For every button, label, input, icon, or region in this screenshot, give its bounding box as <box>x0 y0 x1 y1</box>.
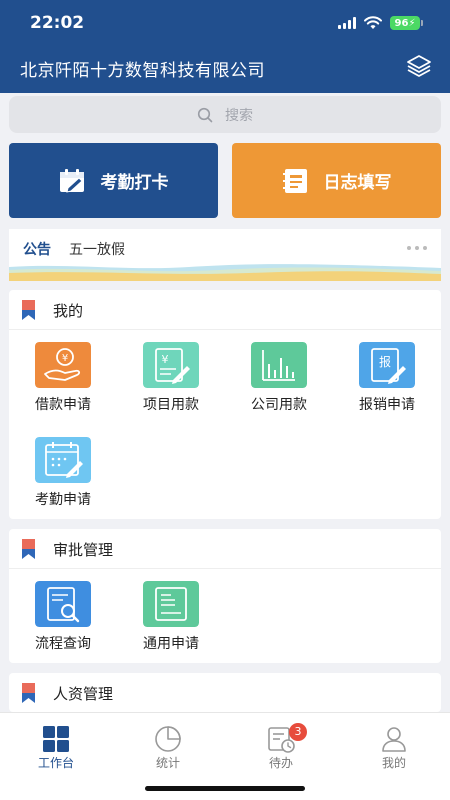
section-header: 审批管理 <box>9 529 441 569</box>
daily-log-label: 日志填写 <box>323 173 392 193</box>
announcement-bar[interactable]: 公告 五一放假 <box>9 229 441 281</box>
signal-icon <box>338 17 356 29</box>
wifi-icon <box>364 16 382 29</box>
more-icon[interactable] <box>407 246 427 250</box>
attendance-label: 考勤打卡 <box>100 173 169 193</box>
battery-icon: 96 ⚡ <box>390 16 423 30</box>
section-hr: 人资管理 <box>9 673 441 712</box>
layers-icon[interactable] <box>406 53 432 79</box>
section-approval: 审批管理 流程查询 通用申请 <box>9 529 441 663</box>
wave-decoration <box>9 264 441 281</box>
calendar-edit-icon <box>59 168 84 193</box>
company-name: 北京阡陌十方数智科技有限公司 <box>20 61 265 81</box>
attendance-clock-in-button[interactable]: 考勤打卡 <box>9 143 218 218</box>
tab-todo[interactable]: 3 待办 <box>225 713 337 783</box>
form-icon <box>143 581 199 627</box>
battery-level: 96 <box>394 17 409 29</box>
status-bar: 22:02 96 ⚡ <box>0 0 450 48</box>
loan-hand-icon: ¥ <box>35 342 91 388</box>
tab-statistics[interactable]: 统计 <box>112 713 224 783</box>
tab-label: 待办 <box>268 756 293 770</box>
status-icons: 96 ⚡ <box>338 16 423 30</box>
app-label: 借款申请 <box>35 397 91 413</box>
svg-text:报: 报 <box>379 354 391 369</box>
status-time: 22:02 <box>30 13 85 33</box>
app-attendance-request[interactable]: 考勤申请 <box>9 425 117 515</box>
app-label: 流程查询 <box>35 636 91 652</box>
bookmark-icon <box>22 539 35 559</box>
section-title: 审批管理 <box>53 541 114 559</box>
svg-text:¥: ¥ <box>162 353 169 366</box>
search-placeholder: 搜索 <box>225 107 253 124</box>
bookmark-icon <box>22 683 35 703</box>
app-reimbursement[interactable]: 报 报销申请 <box>333 330 441 420</box>
pie-chart-icon <box>155 726 181 752</box>
svg-text:¥: ¥ <box>62 353 68 364</box>
todo-badge: 3 <box>289 723 307 741</box>
app-company-funding[interactable]: 公司用款 <box>225 330 333 420</box>
tab-label: 工作台 <box>37 756 74 770</box>
bar-chart-icon <box>251 342 307 388</box>
app-label: 考勤申请 <box>35 492 91 508</box>
app-loan-request[interactable]: ¥ 借款申请 <box>9 330 117 420</box>
bookmark-icon <box>22 300 35 320</box>
section-title: 我的 <box>53 302 84 320</box>
section-title: 人资管理 <box>53 685 114 703</box>
app-process-query[interactable]: 流程查询 <box>9 569 117 659</box>
search-bar[interactable]: 搜索 <box>9 96 441 133</box>
section-header: 人资管理 <box>9 673 441 712</box>
search-icon <box>197 107 213 122</box>
app-label: 公司用款 <box>251 397 307 413</box>
section-mine: 我的 ¥ 借款申请 ¥ 项目用款 公司用款 报 报销申请 考勤申请 <box>9 290 441 519</box>
tab-mine[interactable]: 我的 <box>338 713 450 783</box>
top-bar: 22:02 96 ⚡ 北京阡陌十方数智科技有限公司 <box>0 0 450 93</box>
app-general-request[interactable]: 通用申请 <box>117 569 225 659</box>
notebook-icon <box>282 168 307 193</box>
yen-document-icon: ¥ <box>143 342 199 388</box>
grid-icon <box>43 726 69 752</box>
app-label: 项目用款 <box>143 397 199 413</box>
tab-label: 我的 <box>381 756 406 770</box>
announcement-text: 五一放假 <box>69 242 125 258</box>
calendar-icon <box>35 437 91 483</box>
daily-log-button[interactable]: 日志填写 <box>232 143 441 218</box>
user-icon <box>382 727 406 752</box>
tab-workbench[interactable]: 工作台 <box>0 713 112 783</box>
section-header: 我的 <box>9 290 441 330</box>
announcement-tag: 公告 <box>23 242 51 258</box>
reimbursement-icon: 报 <box>359 342 415 388</box>
document-search-icon <box>35 581 91 627</box>
tab-label: 统计 <box>155 756 180 770</box>
app-project-funding[interactable]: ¥ 项目用款 <box>117 330 225 420</box>
home-indicator <box>145 786 305 791</box>
app-label: 报销申请 <box>359 397 415 413</box>
app-label: 通用申请 <box>143 636 199 652</box>
